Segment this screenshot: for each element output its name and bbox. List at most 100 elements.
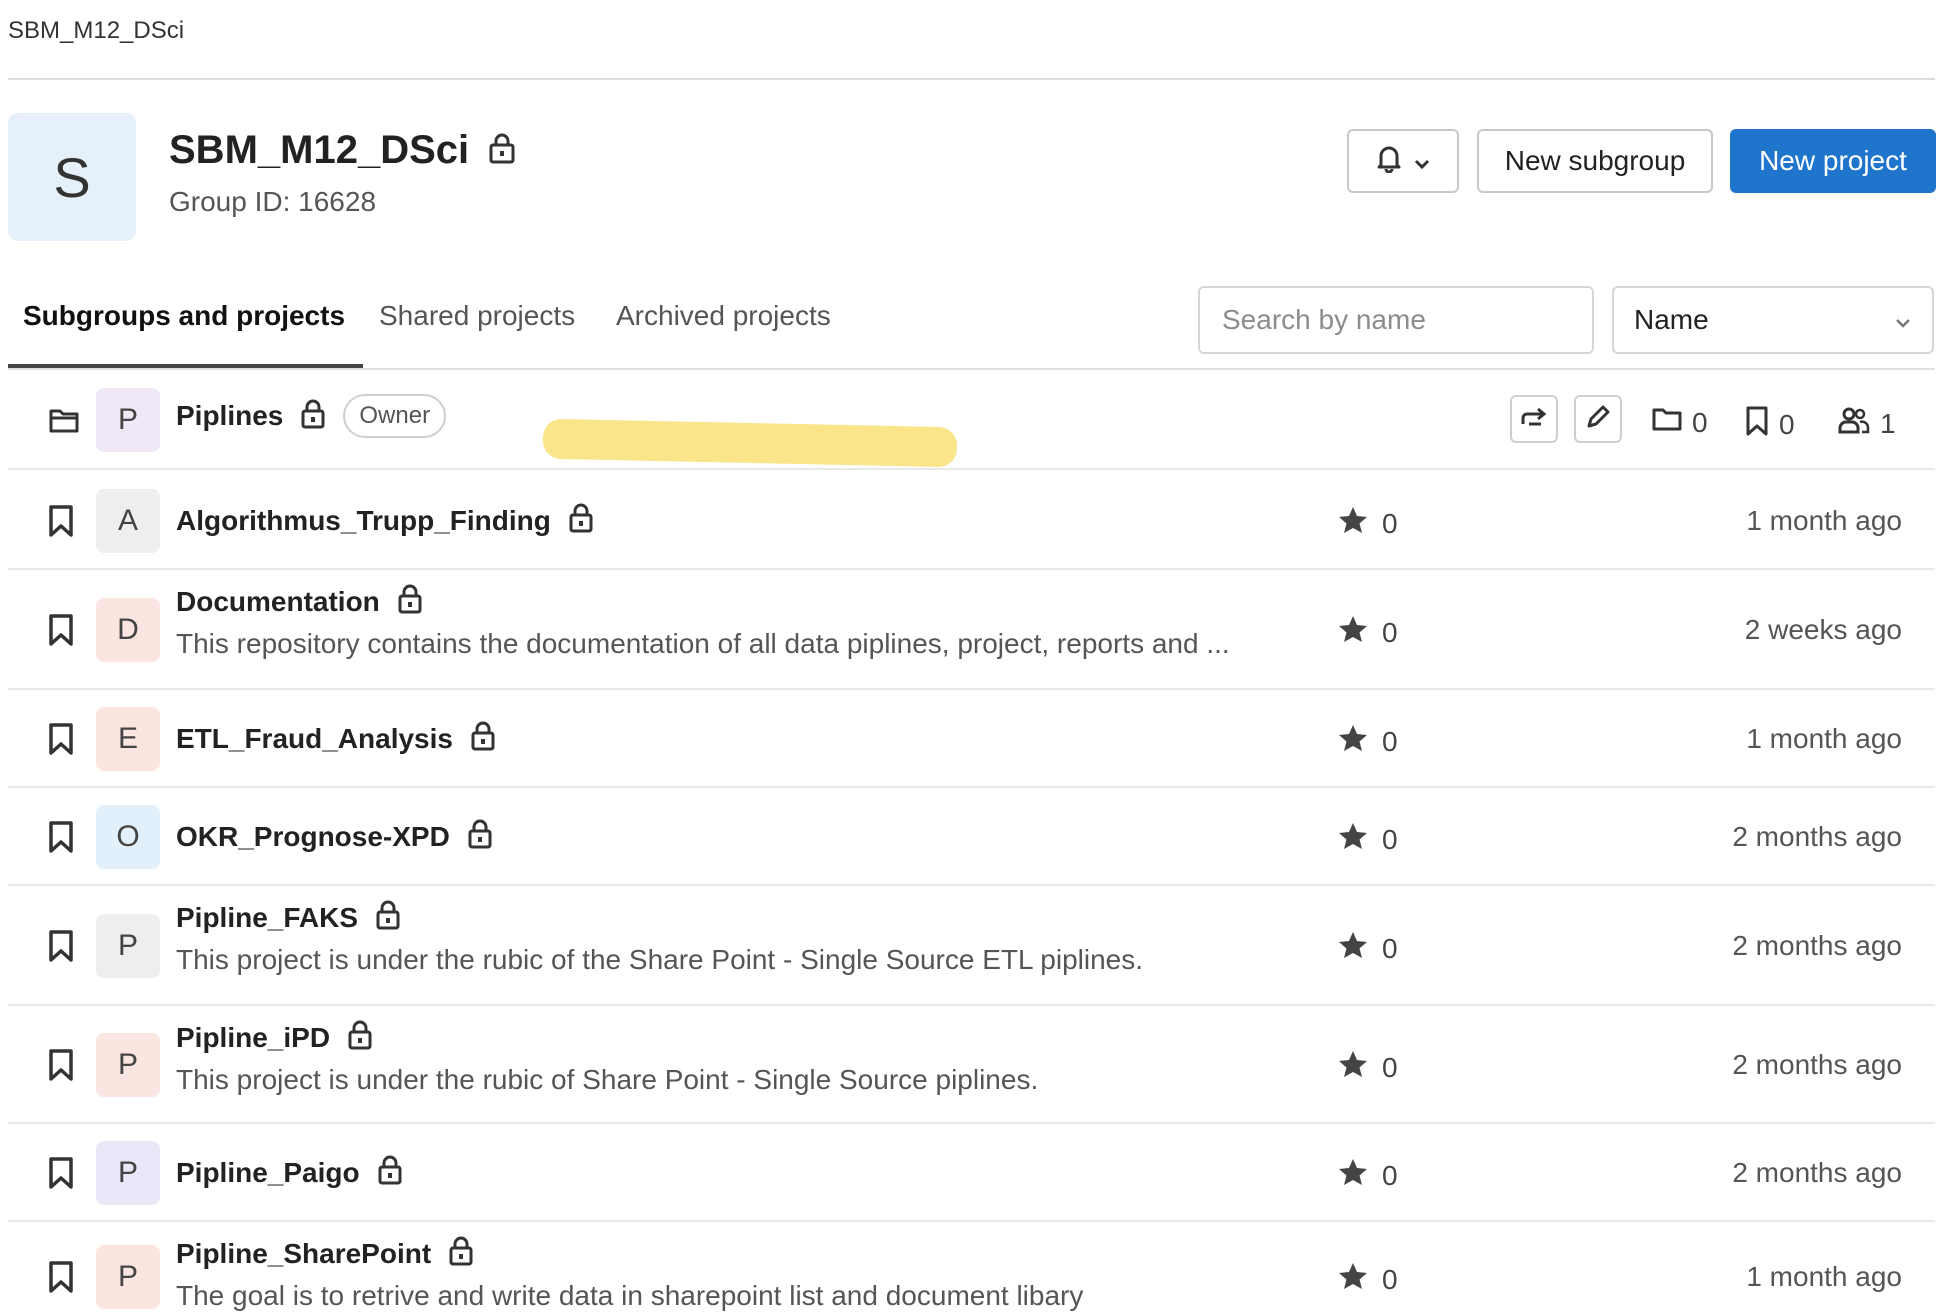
star-count-value: 0 — [1382, 932, 1398, 964]
project-avatar: O — [96, 805, 160, 869]
edit-group-button[interactable] — [1574, 395, 1622, 443]
subgroup-row[interactable]: P Piplines Owner — [8, 370, 1935, 470]
leave-group-button[interactable] — [1510, 395, 1558, 443]
project-avatar: A — [96, 489, 160, 553]
last-updated: 2 months ago — [1732, 1157, 1902, 1188]
share-arrow-icon — [1519, 406, 1549, 433]
star-count: 0 — [1338, 614, 1398, 651]
search-input[interactable] — [1198, 286, 1594, 354]
last-updated: 1 month ago — [1746, 505, 1902, 536]
project-name-link[interactable]: Pipline_Paigo — [176, 1157, 360, 1189]
lock-icon — [301, 399, 325, 434]
star-count: 0 — [1338, 1049, 1398, 1086]
last-updated: 2 months ago — [1732, 821, 1902, 852]
project-row[interactable]: A Algorithmus_Trupp_Finding 0 1 month ag… — [8, 472, 1935, 570]
new-project-button[interactable]: New project — [1730, 129, 1936, 193]
project-avatar: P — [96, 1245, 160, 1309]
project-name-link[interactable]: Pipline_FAKS — [176, 902, 358, 934]
star-count: 0 — [1338, 1261, 1398, 1298]
star-icon — [1338, 505, 1368, 542]
star-icon — [1338, 614, 1368, 651]
star-count: 0 — [1338, 505, 1398, 542]
project-name-link[interactable]: Documentation — [176, 586, 380, 618]
project-name-link[interactable]: Algorithmus_Trupp_Finding — [176, 505, 551, 537]
project-row[interactable]: P Pipline_FAKS This project is under the… — [8, 886, 1935, 1006]
subgroup-name-link[interactable]: Piplines — [176, 400, 283, 432]
bookmark-icon — [48, 505, 74, 542]
star-count: 0 — [1338, 930, 1398, 967]
bookmark-icon — [48, 1261, 74, 1298]
project-title: Pipline_FAKS — [176, 900, 400, 935]
last-updated: 2 months ago — [1732, 1049, 1902, 1080]
last-updated: 2 months ago — [1732, 930, 1902, 961]
star-count: 0 — [1338, 723, 1398, 760]
project-title: Pipline_Paigo — [176, 1155, 402, 1190]
group-name: SBM_M12_DSci — [169, 128, 470, 172]
star-count-value: 0 — [1382, 725, 1398, 757]
project-avatar: P — [96, 914, 160, 978]
bookmark-icon — [48, 930, 74, 967]
project-name-link[interactable]: ETL_Fraud_Analysis — [176, 723, 453, 755]
members-count: 1 — [1838, 406, 1896, 441]
lock-icon — [569, 503, 593, 538]
lock-icon — [376, 900, 400, 935]
header-divider — [8, 78, 1935, 80]
sort-dropdown[interactable]: Name — [1612, 286, 1934, 354]
bookmark-icon — [1745, 406, 1769, 443]
star-icon — [1338, 1049, 1368, 1086]
notification-dropdown-button[interactable] — [1347, 129, 1459, 193]
star-icon — [1338, 1157, 1368, 1194]
group-avatar: S — [8, 113, 136, 241]
project-row[interactable]: E ETL_Fraud_Analysis 0 1 month ago — [8, 690, 1935, 788]
project-title: Algorithmus_Trupp_Finding — [176, 503, 593, 538]
bookmark-icon — [48, 614, 74, 651]
project-row[interactable]: P Pipline_iPD This project is under the … — [8, 1006, 1935, 1124]
project-description: This project is under the rubic of Share… — [176, 1064, 1039, 1095]
star-count-value: 0 — [1382, 823, 1398, 855]
pencil-icon — [1585, 404, 1611, 435]
bell-icon — [1375, 143, 1403, 180]
folder-icon — [48, 406, 80, 439]
project-name-link[interactable]: Pipline_iPD — [176, 1022, 330, 1054]
bookmark-icon — [48, 821, 74, 858]
project-name-link[interactable]: Pipline_SharePoint — [176, 1238, 431, 1270]
tab-shared-projects[interactable]: Shared projects — [379, 300, 575, 332]
lock-icon — [449, 1236, 473, 1271]
group-id: Group ID: 16628 — [169, 186, 377, 217]
star-icon — [1338, 723, 1368, 760]
star-count-value: 0 — [1382, 616, 1398, 648]
users-icon — [1838, 406, 1870, 441]
project-avatar: D — [96, 598, 160, 662]
new-subgroup-button[interactable]: New subgroup — [1477, 129, 1713, 193]
project-avatar: P — [96, 1033, 160, 1097]
project-row[interactable]: D Documentation This repository contains… — [8, 570, 1935, 690]
star-count-value: 0 — [1382, 1159, 1398, 1191]
project-title: OKR_Prognose-XPD — [176, 819, 492, 854]
lock-icon — [489, 132, 515, 169]
breadcrumb[interactable]: SBM_M12_DSci — [8, 17, 184, 45]
star-icon — [1338, 930, 1368, 967]
projects-count: 0 — [1745, 406, 1795, 443]
star-icon — [1338, 1261, 1368, 1298]
project-description: This project is under the rubic of the S… — [176, 944, 1144, 975]
last-updated: 1 month ago — [1746, 723, 1902, 754]
project-avatar: P — [96, 1141, 160, 1205]
last-updated: 1 month ago — [1746, 1261, 1902, 1292]
project-title: Documentation — [176, 584, 422, 619]
project-title: ETL_Fraud_Analysis — [176, 721, 495, 756]
lock-icon — [468, 819, 492, 854]
subgroups-count-value: 0 — [1692, 406, 1708, 438]
project-avatar: E — [96, 707, 160, 771]
project-title: Pipline_SharePoint — [176, 1236, 473, 1271]
tab-archived-projects[interactable]: Archived projects — [616, 300, 831, 332]
project-row[interactable]: P Pipline_Paigo 0 2 months ago — [8, 1124, 1935, 1222]
project-title: Pipline_iPD — [176, 1020, 372, 1055]
project-description: This repository contains the documentati… — [176, 628, 1230, 659]
sort-selected-label: Name — [1634, 304, 1709, 335]
project-row[interactable]: P Pipline_SharePoint The goal is to retr… — [8, 1222, 1935, 1313]
tab-subgroups-and-projects[interactable]: Subgroups and projects — [23, 300, 345, 332]
star-count: 0 — [1338, 821, 1398, 858]
project-row[interactable]: O OKR_Prognose-XPD 0 2 months ago — [8, 788, 1935, 886]
bookmark-icon — [48, 1049, 74, 1086]
project-name-link[interactable]: OKR_Prognose-XPD — [176, 821, 450, 853]
